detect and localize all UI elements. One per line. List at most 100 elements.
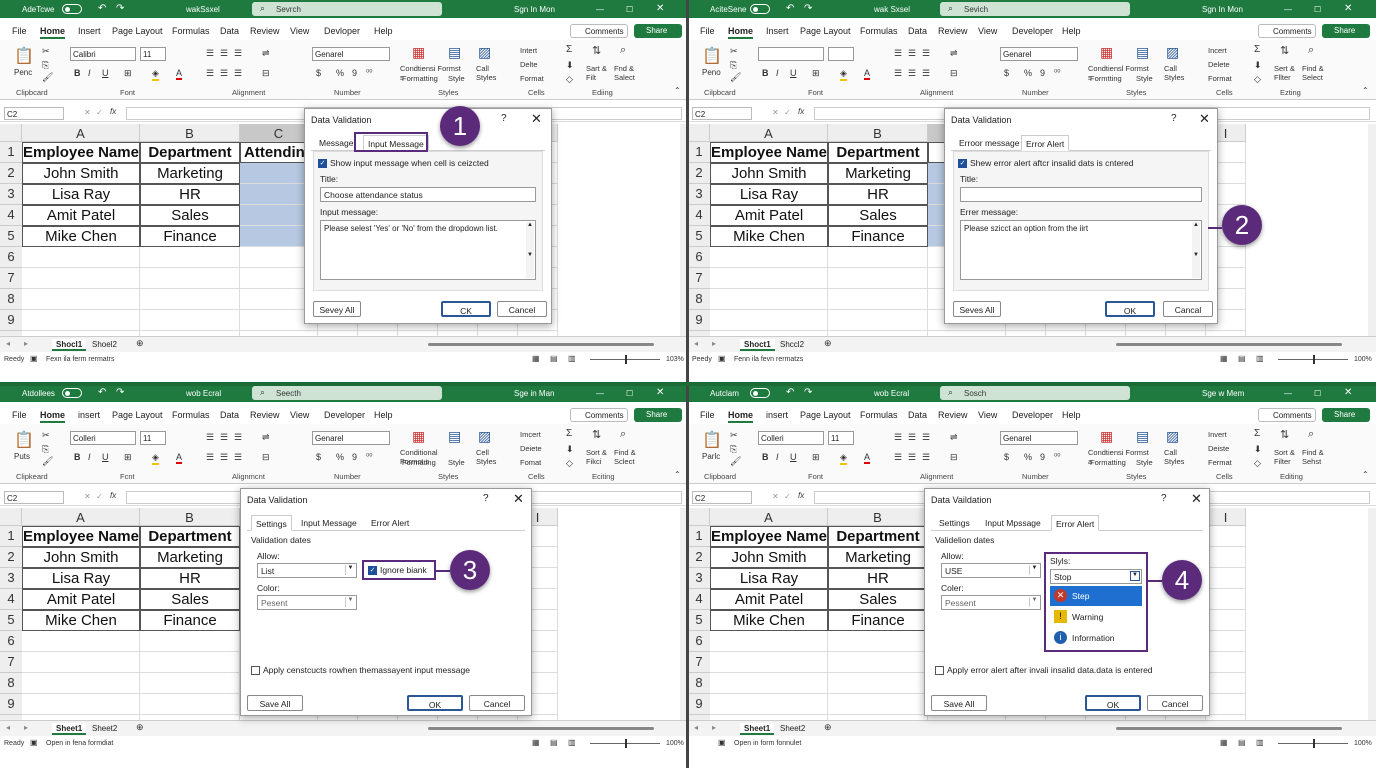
save-all-button[interactable]: Sevey All (313, 301, 361, 317)
sheet-tab-2[interactable]: Shccl2 (776, 339, 808, 351)
align-icon[interactable]: ☰ (908, 432, 916, 443)
select-all-corner[interactable] (0, 124, 22, 142)
format-as-table-icon[interactable]: ▤ (448, 428, 461, 445)
italic-icon[interactable]: I (776, 452, 779, 462)
column-header-B[interactable]: B (828, 508, 928, 526)
table-cell[interactable] (828, 694, 928, 715)
insert-label[interactable]: Imcert (520, 430, 541, 439)
insert-function-icon[interactable]: fx (110, 107, 116, 116)
format-as-table-label[interactable]: Style (1136, 74, 1153, 83)
row-header-5[interactable]: 5 (0, 610, 22, 631)
style-select[interactable]: Stop ▼ (1050, 569, 1142, 584)
search-box[interactable]: ⌕ Seecth (252, 386, 442, 400)
row-header-3[interactable]: 3 (688, 568, 710, 589)
clear-icon[interactable]: ◇ (566, 74, 573, 85)
clear-icon[interactable]: ◇ (1254, 74, 1261, 85)
borders-icon[interactable]: ⊞ (812, 452, 820, 463)
sort-filter-icon[interactable]: ⇅ (1280, 44, 1289, 57)
cell-styles-icon[interactable]: ▨ (1166, 44, 1179, 61)
autosave-toggle[interactable] (62, 388, 82, 398)
autosave-toggle[interactable] (750, 4, 770, 14)
format-painter-icon[interactable]: 🖌 (730, 456, 741, 467)
align-icon[interactable]: ☰ (234, 432, 242, 443)
table-header-cell[interactable]: Department (828, 526, 928, 547)
style-option-warning[interactable]: ! Warning (1050, 607, 1142, 627)
textarea-scrollbar[interactable]: ▲ ▼ (526, 222, 534, 278)
decimal-icon[interactable]: ⁰⁰ (366, 452, 372, 461)
allow-select[interactable]: USE ▼ (941, 563, 1041, 578)
tab-view[interactable]: View (978, 410, 997, 420)
tab-formulas[interactable]: Formulas (172, 26, 210, 36)
search-box[interactable]: ⌕ Sosch (940, 386, 1130, 400)
title-input[interactable]: Choose attendance status (320, 187, 536, 202)
format-label[interactable]: Fomat (520, 458, 541, 467)
close-window-icon[interactable]: ✕ (656, 3, 664, 14)
table-cell[interactable] (22, 310, 140, 331)
search-box[interactable]: ⌕ Sevich (940, 2, 1130, 16)
collapse-ribbon-icon[interactable]: ⌃ (674, 470, 681, 479)
table-cell[interactable]: Mike Chen (710, 610, 828, 631)
row-header-8[interactable]: 8 (0, 673, 22, 694)
table-cell[interactable] (140, 247, 240, 268)
table-cell[interactable]: Sales (140, 589, 240, 610)
paste-icon[interactable]: 📋 (702, 46, 722, 66)
redo-icon[interactable]: ↷ (804, 3, 812, 14)
font-size-box[interactable]: 11 (140, 47, 166, 61)
paste-icon[interactable]: 📋 (702, 430, 722, 450)
decimal-icon[interactable]: ⁰⁰ (366, 68, 372, 77)
save-all-button[interactable]: Save All (931, 695, 987, 711)
scroll-left-icon[interactable]: ◂ (694, 339, 698, 348)
scroll-right-icon[interactable]: ▸ (24, 723, 28, 732)
chevron-down-icon[interactable]: ▼ (1130, 571, 1140, 581)
find-select-icon[interactable]: ⌕ (620, 44, 626, 57)
sort-filter-icon[interactable]: ⇅ (592, 44, 601, 57)
merge-icon[interactable]: ⊟ (262, 68, 270, 79)
help-icon[interactable]: ? (1161, 493, 1167, 504)
table-cell[interactable]: Sales (140, 205, 240, 226)
page-layout-view-icon[interactable]: ▤ (1238, 354, 1246, 363)
name-box[interactable]: C2 (4, 107, 64, 120)
percent-icon[interactable]: % (1024, 452, 1032, 462)
tab-input-message[interactable]: Input Message (297, 515, 361, 531)
checkbox-unchecked-icon[interactable] (935, 666, 944, 676)
tab-input-message[interactable]: Input Mpssage (981, 515, 1045, 531)
table-cell[interactable] (1206, 610, 1246, 631)
tab-insert[interactable]: Insert (766, 26, 789, 36)
autosum-icon[interactable]: Σ (566, 44, 572, 55)
sort-filter-icon[interactable]: ⇅ (592, 428, 601, 441)
table-cell[interactable]: Finance (140, 610, 240, 631)
find-select-label[interactable]: Find & Select (1302, 64, 1332, 82)
align-icon[interactable]: ☰ (922, 452, 930, 463)
font-name-box[interactable]: Calibri (70, 47, 136, 61)
column-header-A[interactable]: A (710, 508, 828, 526)
row-header-3[interactable]: 3 (688, 184, 710, 205)
row-header-2[interactable]: 2 (0, 547, 22, 568)
scroll-right-icon[interactable]: ▸ (712, 723, 716, 732)
font-color-icon[interactable]: A (176, 68, 183, 80)
font-size-box[interactable]: 11 (140, 431, 166, 445)
comments-button[interactable]: Comments (570, 24, 628, 38)
table-cell[interactable]: Sales (828, 205, 928, 226)
fill-icon[interactable]: ⬇ (566, 444, 574, 455)
sheet-tab-1[interactable]: Shoct1 (740, 339, 775, 351)
tab-file[interactable]: File (700, 26, 715, 36)
table-cell[interactable] (22, 268, 140, 289)
table-header-cell[interactable]: Employee Name (710, 142, 828, 163)
row-header-6[interactable]: 6 (0, 247, 22, 268)
column-header-A[interactable]: A (22, 124, 140, 142)
zoom-level[interactable]: 100% (1354, 740, 1372, 747)
borders-icon[interactable]: ⊞ (812, 68, 820, 79)
tab-settings[interactable]: Settings (251, 515, 292, 531)
align-icon[interactable]: ☰ (206, 48, 214, 59)
table-cell[interactable]: Marketing (828, 547, 928, 568)
cancel-button[interactable]: Cancel (469, 695, 525, 711)
sign-in-link[interactable]: Sge w Mem (1202, 389, 1244, 398)
table-cell[interactable]: Amit Patel (710, 589, 828, 610)
row-header-8[interactable]: 8 (688, 289, 710, 310)
row-header-4[interactable]: 4 (0, 205, 22, 226)
number-format-box[interactable]: Genarel (312, 431, 390, 445)
close-dialog-icon[interactable]: ✕ (1199, 111, 1210, 127)
allow-select[interactable]: List ▼ (257, 563, 357, 578)
cancel-entry-icon[interactable]: ✕ (84, 492, 91, 501)
table-cell[interactable] (1206, 673, 1246, 694)
